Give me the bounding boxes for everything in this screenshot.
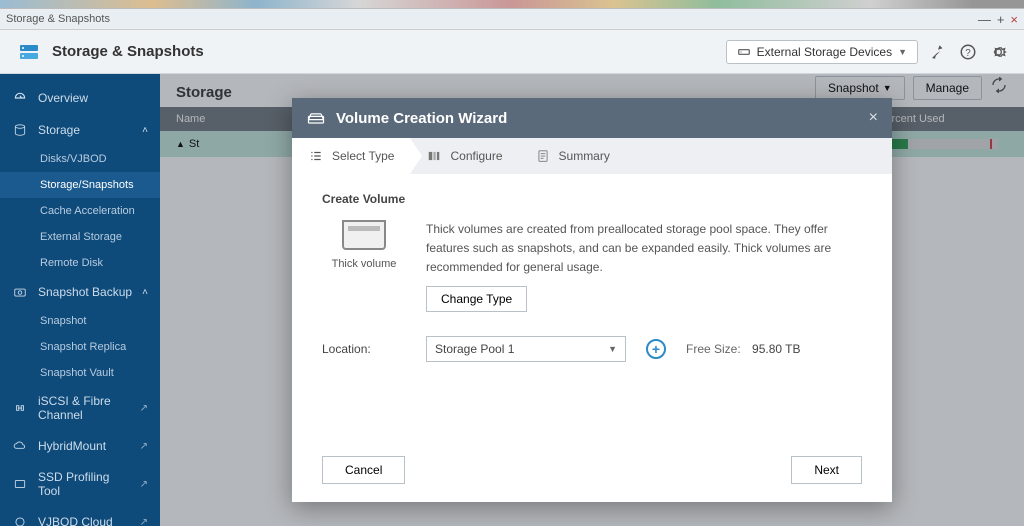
sidebar-item-storage[interactable]: Storage ˄ xyxy=(0,114,160,146)
window-titlebar: Storage & Snapshots — + × xyxy=(0,8,1024,30)
app-title: Storage & Snapshots xyxy=(52,43,726,60)
sidebar-item-cache[interactable]: Cache Acceleration xyxy=(0,198,160,224)
close-modal-button[interactable]: × xyxy=(869,109,878,127)
sidebar-item-snapshot[interactable]: Snapshot xyxy=(0,308,160,334)
chevron-up-icon: ˄ xyxy=(142,125,148,136)
drive-icon xyxy=(737,45,751,59)
volume-wizard-modal: Volume Creation Wizard × Select Type Con… xyxy=(292,98,892,502)
cloud-icon xyxy=(12,438,28,454)
sidebar-item-hybridmount[interactable]: HybridMount ↗ xyxy=(0,430,160,462)
close-window-button[interactable]: × xyxy=(1010,12,1018,27)
sliders-icon xyxy=(426,148,442,164)
os-taskbar xyxy=(0,0,1024,8)
step-configure[interactable]: Configure xyxy=(410,138,518,174)
change-type-button[interactable]: Change Type xyxy=(426,286,527,312)
window-title: Storage & Snapshots xyxy=(6,13,978,25)
step-select-type[interactable]: Select Type xyxy=(292,138,410,174)
document-icon xyxy=(535,148,551,164)
storage-icon xyxy=(12,122,28,138)
external-link-icon: ↗ xyxy=(140,479,148,490)
external-link-icon: ↗ xyxy=(140,441,148,452)
camera-icon xyxy=(12,284,28,300)
wizard-steps: Select Type Configure Summary xyxy=(292,138,892,174)
sidebar: Overview Storage ˄ Disks/VJBOD Storage/S… xyxy=(0,74,160,526)
free-size: Free Size: 95.80 TB xyxy=(686,342,801,356)
sidebar-item-remote-disk[interactable]: Remote Disk xyxy=(0,250,160,276)
maximize-button[interactable]: + xyxy=(997,12,1005,27)
caret-down-icon: ▼ xyxy=(898,47,907,57)
external-link-icon: ↗ xyxy=(140,517,148,526)
tools-icon[interactable] xyxy=(928,42,948,62)
sidebar-item-external-storage[interactable]: External Storage xyxy=(0,224,160,250)
cancel-button[interactable]: Cancel xyxy=(322,456,405,484)
list-icon xyxy=(308,148,324,164)
sidebar-item-snapshot-replica[interactable]: Snapshot Replica xyxy=(0,334,160,360)
location-label: Location: xyxy=(322,342,406,356)
app-icon xyxy=(16,39,42,65)
sidebar-item-snapshot-backup[interactable]: Snapshot Backup ˄ xyxy=(0,276,160,308)
link-icon xyxy=(12,400,28,416)
content-area: Storage Snapshot▼ Manage Name Capacity P… xyxy=(160,74,1024,526)
thick-volume-icon xyxy=(342,220,386,250)
step-summary[interactable]: Summary xyxy=(519,138,626,174)
drive-icon xyxy=(306,108,326,128)
ssd-icon xyxy=(12,476,28,492)
external-storage-button[interactable]: External Storage Devices ▼ xyxy=(726,40,918,64)
location-select[interactable]: Storage Pool 1 ▼ xyxy=(426,336,626,362)
sidebar-item-storage-snapshots[interactable]: Storage/Snapshots xyxy=(0,172,160,198)
create-volume-heading: Create Volume xyxy=(322,192,862,206)
help-icon[interactable]: ? xyxy=(958,42,978,62)
chevron-up-icon: ˄ xyxy=(142,287,148,298)
sidebar-item-overview[interactable]: Overview xyxy=(0,82,160,114)
cloud-disk-icon xyxy=(12,514,28,526)
sidebar-item-iscsi[interactable]: iSCSI & Fibre Channel ↗ xyxy=(0,386,160,430)
caret-down-icon: ▼ xyxy=(608,344,617,354)
minimize-button[interactable]: — xyxy=(978,12,991,27)
sidebar-item-vjbod-cloud[interactable]: VJBOD Cloud ↗ xyxy=(0,506,160,526)
sidebar-item-snapshot-vault[interactable]: Snapshot Vault xyxy=(0,360,160,386)
next-button[interactable]: Next xyxy=(791,456,862,484)
gear-icon[interactable] xyxy=(988,42,1008,62)
modal-overlay: Volume Creation Wizard × Select Type Con… xyxy=(160,74,1024,526)
volume-description: Thick volumes are created from prealloca… xyxy=(426,220,862,278)
modal-title: Volume Creation Wizard xyxy=(336,110,507,127)
add-pool-button[interactable]: + xyxy=(646,339,666,359)
sidebar-item-ssd-profiling[interactable]: SSD Profiling Tool ↗ xyxy=(0,462,160,506)
sidebar-item-disks[interactable]: Disks/VJBOD xyxy=(0,146,160,172)
svg-text:?: ? xyxy=(965,47,971,58)
external-link-icon: ↗ xyxy=(140,403,148,414)
modal-titlebar: Volume Creation Wizard × xyxy=(292,98,892,138)
gauge-icon xyxy=(12,90,28,106)
volume-type-label: Thick volume xyxy=(322,258,406,270)
app-header: Storage & Snapshots External Storage Dev… xyxy=(0,30,1024,74)
